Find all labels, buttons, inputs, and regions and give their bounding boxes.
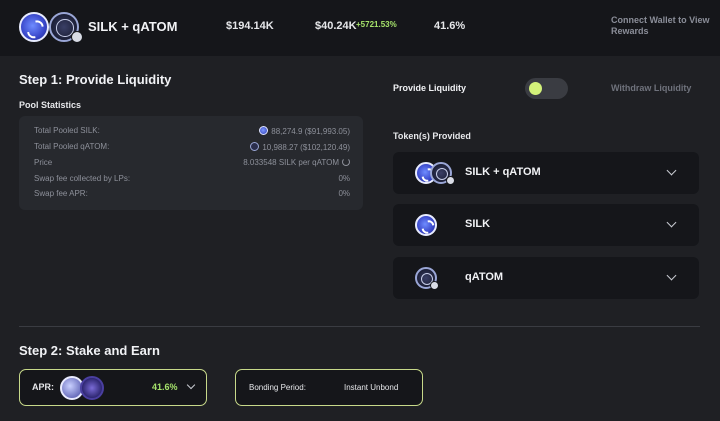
volume-value: $40.24K: [315, 20, 357, 32]
step2-title: Step 2: Stake and Earn: [19, 343, 160, 358]
section-divider: [19, 326, 700, 327]
stat-value: 8.033548 SILK per qATOM: [243, 158, 350, 167]
token-option-silk[interactable]: SILK: [393, 204, 699, 246]
silk-icon: [415, 214, 437, 236]
pool-statistics-card: Total Pooled SILK: 88,274.9 ($91,993.05)…: [19, 116, 363, 210]
stat-label: Total Pooled qATOM:: [34, 142, 110, 151]
toggle-knob: [529, 82, 542, 95]
quicksilver-badge-icon: [430, 281, 439, 290]
token-icons: [415, 267, 455, 291]
stat-row-swap-fee-apr: Swap fee APR: 0%: [34, 187, 350, 201]
swap-direction-icon[interactable]: [342, 158, 350, 166]
token-name: SILK + qATOM: [465, 166, 541, 178]
chevron-down-icon[interactable]: [666, 165, 677, 176]
silk-icon: [19, 12, 49, 42]
stat-label: Price: [34, 158, 53, 167]
bonding-period-value: Instant Unbond: [344, 383, 399, 392]
bonding-period-label: Bonding Period:: [249, 383, 306, 392]
stat-value: 0%: [338, 174, 350, 183]
pool-header: SILK + qATOM $194.14K $40.24K +5721.53% …: [0, 0, 720, 56]
tokens-provided-title: Token(s) Provided: [393, 131, 471, 141]
stat-label: Swap fee collected by LPs:: [34, 174, 131, 183]
tvl-value: $194.14K: [226, 20, 274, 32]
chevron-down-icon[interactable]: [666, 217, 677, 228]
token-name: qATOM: [465, 271, 504, 283]
token-icons: [415, 214, 455, 238]
qatom-icon: [250, 142, 260, 151]
step1-title: Step 1: Provide Liquidity: [19, 72, 172, 87]
apr-value: 41.6%: [434, 20, 466, 32]
volume-change: +5721.53%: [356, 20, 397, 29]
stat-row-swap-fee: Swap fee collected by LPs: 0%: [34, 172, 350, 186]
stat-value: 10,988.27 ($102,120.49): [250, 142, 350, 152]
token-option-qatom[interactable]: qATOM: [393, 257, 699, 299]
apr-percent: 41.6%: [152, 382, 178, 392]
reward-token-icon: [80, 376, 104, 400]
pool-statistics-title: Pool Statistics: [19, 100, 82, 110]
stat-label: Swap fee APR:: [34, 189, 88, 198]
provide-liquidity-label[interactable]: Provide Liquidity: [393, 83, 466, 93]
apr-dropdown[interactable]: APR: 41.6%: [19, 369, 207, 406]
token-icons: [415, 162, 455, 186]
stat-value: 88,274.9 ($91,993.05): [259, 126, 350, 136]
stat-row-price: Price 8.033548 SILK per qATOM: [34, 156, 350, 170]
pair-name: SILK + qATOM: [88, 19, 178, 34]
liquidity-mode-toggle[interactable]: [525, 78, 568, 99]
connect-wallet-link[interactable]: Connect Wallet to View Rewards: [611, 15, 711, 37]
chevron-down-icon[interactable]: [186, 380, 196, 390]
reward-token-icons: [60, 374, 124, 402]
token-name: SILK: [465, 218, 491, 230]
quicksilver-badge-icon: [446, 176, 455, 185]
stat-row-total-silk: Total Pooled SILK: 88,274.9 ($91,993.05): [34, 124, 350, 138]
stat-label: Total Pooled SILK:: [34, 126, 100, 135]
token-option-silk-qatom[interactable]: SILK + qATOM: [393, 152, 699, 194]
withdraw-liquidity-label[interactable]: Withdraw Liquidity: [611, 83, 691, 93]
silk-icon: [259, 126, 269, 135]
bonding-period-box: Bonding Period: Instant Unbond: [235, 369, 423, 406]
chevron-down-icon[interactable]: [666, 270, 677, 281]
stat-value: 0%: [338, 189, 350, 198]
pair-icons: [19, 12, 85, 44]
quicksilver-badge-icon: [71, 31, 83, 43]
stat-row-total-qatom: Total Pooled qATOM: 10,988.27 ($102,120.…: [34, 140, 350, 154]
apr-label: APR:: [32, 382, 54, 392]
